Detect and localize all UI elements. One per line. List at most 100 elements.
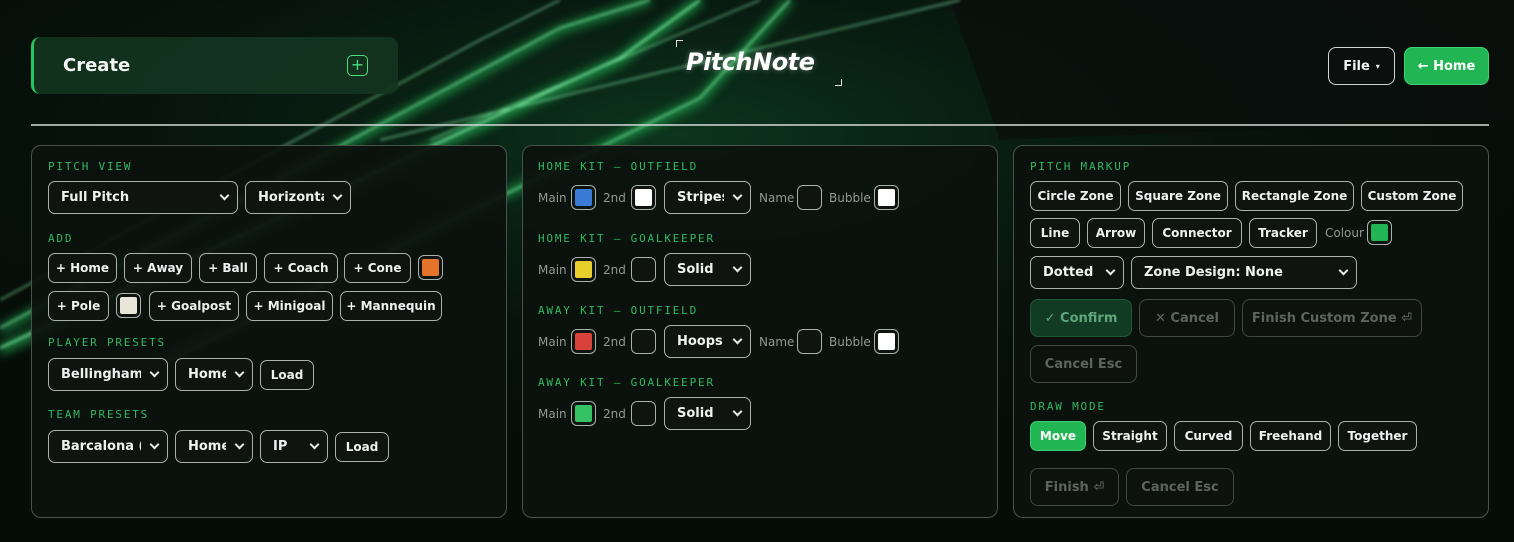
home-second-colour-swatch[interactable]	[631, 185, 656, 210]
player-preset-select[interactable]: Bellingham #	[48, 358, 168, 391]
zone-design-select[interactable]: Zone Design: None	[1131, 256, 1357, 289]
chevron-down-icon	[309, 439, 320, 450]
away-second-colour-swatch[interactable]	[631, 329, 656, 354]
draw-mode-together-button[interactable]: Together	[1338, 421, 1417, 451]
pole-colour-swatch[interactable]	[116, 293, 141, 318]
draw-mode-curved-button[interactable]: Curved	[1174, 421, 1243, 451]
cancel-button[interactable]: ✕ Cancel	[1139, 299, 1235, 337]
circle-zone-button[interactable]: Circle Zone	[1030, 181, 1121, 211]
pitch-markup-panel: PITCH MARKUP Circle Zone Square Zone Rec…	[1013, 145, 1489, 518]
home-second-label: 2nd	[603, 191, 626, 205]
home-pattern-value: Stripes	[677, 190, 724, 205]
chevron-down-icon	[234, 367, 245, 378]
away-gk-pattern-select[interactable]: Solid	[664, 397, 751, 430]
section-title-home-goalkeeper: HOME KIT — GOALKEEPER	[538, 232, 715, 245]
add-home-button[interactable]: + Home	[48, 253, 117, 283]
home-main-colour-swatch[interactable]	[571, 185, 596, 210]
away-main-label: Main	[538, 335, 567, 349]
away-name-colour-swatch[interactable]	[797, 329, 822, 354]
home-gk-pattern-value: Solid	[677, 262, 714, 277]
home-gk-main-colour-swatch[interactable]	[571, 257, 596, 282]
connector-button[interactable]: Connector	[1152, 218, 1242, 248]
player-team-select[interactable]: Home	[175, 358, 253, 391]
team-load-button[interactable]: Load	[335, 432, 389, 462]
cancel-esc-button[interactable]: Cancel Esc	[1030, 345, 1137, 383]
add-cone-button[interactable]: + Cone	[344, 253, 411, 283]
pole-colour-fill	[120, 297, 137, 314]
home-bubble-colour-swatch[interactable]	[874, 185, 899, 210]
finish-button[interactable]: Finish ⏎	[1030, 468, 1119, 506]
team-preset-select[interactable]: Barcalona (4	[48, 430, 168, 463]
chevron-down-icon	[1338, 265, 1349, 276]
logo-bracket-top-left	[676, 40, 683, 47]
home-gk-pattern-select[interactable]: Solid	[664, 253, 751, 286]
draw-mode-straight-button[interactable]: Straight	[1093, 421, 1167, 451]
team-phase-select[interactable]: IP	[260, 430, 328, 463]
add-pole-button[interactable]: + Pole	[48, 291, 109, 321]
chevron-down-icon	[332, 190, 343, 201]
markup-colour-swatch[interactable]	[1367, 220, 1392, 245]
section-title-pitch-view: PITCH VIEW	[48, 160, 133, 173]
custom-zone-button[interactable]: Custom Zone	[1361, 181, 1463, 211]
pitch-setup-panel: PITCH VIEW Full Pitch Horizontal ADD + H…	[31, 145, 507, 518]
logo-bracket-bottom-right	[835, 79, 842, 86]
away-gk-main-colour-fill	[575, 405, 592, 422]
chevron-down-icon	[149, 439, 160, 450]
line-style-select[interactable]: Dotted	[1030, 256, 1124, 289]
section-title-player-presets: PLAYER PRESETS	[48, 336, 166, 349]
away-gk-second-label: 2nd	[603, 407, 626, 421]
away-bubble-colour-swatch[interactable]	[874, 329, 899, 354]
away-gk-main-colour-swatch[interactable]	[571, 401, 596, 426]
home-main-label: Main	[538, 191, 567, 205]
chevron-down-icon	[149, 367, 160, 378]
home-gk-second-colour-swatch[interactable]	[631, 257, 656, 282]
draw-cancel-esc-button[interactable]: Cancel Esc	[1126, 468, 1234, 506]
add-minigoal-button[interactable]: + Minigoal	[246, 291, 333, 321]
file-label: File	[1343, 58, 1370, 74]
square-zone-button[interactable]: Square Zone	[1128, 181, 1228, 211]
home-name-colour-swatch[interactable]	[797, 185, 822, 210]
orientation-select[interactable]: Horizontal	[245, 181, 351, 214]
add-coach-button[interactable]: + Coach	[264, 253, 338, 283]
add-mannequin-button[interactable]: + Mannequin	[340, 291, 442, 321]
home-name-colour-fill	[801, 189, 818, 206]
file-menu-button[interactable]: File ▾	[1328, 47, 1395, 85]
line-style-value: Dotted	[1043, 265, 1094, 280]
away-gk-second-colour-swatch[interactable]	[631, 401, 656, 426]
chevron-down-icon	[219, 190, 230, 201]
section-title-draw-mode: DRAW MODE	[1030, 400, 1106, 413]
tracker-button[interactable]: Tracker	[1249, 218, 1317, 248]
player-load-button[interactable]: Load	[260, 360, 314, 390]
plus-square-icon[interactable]: +	[347, 55, 368, 76]
away-main-colour-swatch[interactable]	[571, 329, 596, 354]
team-side-select[interactable]: Home	[175, 430, 253, 463]
team-side-value: Home	[188, 439, 226, 454]
away-main-colour-fill	[575, 333, 592, 350]
line-button[interactable]: Line	[1030, 218, 1080, 248]
cone-colour-swatch[interactable]	[418, 255, 443, 280]
add-away-button[interactable]: + Away	[124, 253, 192, 283]
chevron-down-icon	[732, 262, 743, 273]
home-pattern-select[interactable]: Stripes	[664, 181, 751, 214]
draw-mode-freehand-button[interactable]: Freehand	[1250, 421, 1331, 451]
away-gk-main-label: Main	[538, 407, 567, 421]
add-ball-button[interactable]: + Ball	[199, 253, 257, 283]
confirm-button[interactable]: ✓ Confirm	[1030, 299, 1132, 337]
kits-panel: HOME KIT — OUTFIELD Main 2nd Stripes Nam…	[522, 145, 998, 518]
home-bubble-label: Bubble	[829, 191, 871, 205]
create-card[interactable]: Create +	[31, 37, 398, 94]
team-phase-value: IP	[273, 439, 288, 454]
orientation-value: Horizontal	[258, 190, 324, 205]
home-button[interactable]: ← Home	[1404, 47, 1489, 85]
section-title-pitch-markup: PITCH MARKUP	[1030, 160, 1132, 173]
pitch-view-select[interactable]: Full Pitch	[48, 181, 238, 214]
arrow-button[interactable]: Arrow	[1087, 218, 1145, 248]
draw-mode-move-button[interactable]: Move	[1030, 421, 1086, 451]
chevron-down-icon	[1105, 265, 1116, 276]
colour-label: Colour	[1325, 226, 1364, 240]
away-pattern-select[interactable]: Hoops	[664, 325, 751, 358]
rectangle-zone-button[interactable]: Rectangle Zone	[1235, 181, 1354, 211]
finish-custom-zone-button[interactable]: Finish Custom Zone ⏎	[1242, 299, 1422, 337]
section-title-add: ADD	[48, 232, 74, 245]
add-goalpost-button[interactable]: + Goalpost	[149, 291, 239, 321]
